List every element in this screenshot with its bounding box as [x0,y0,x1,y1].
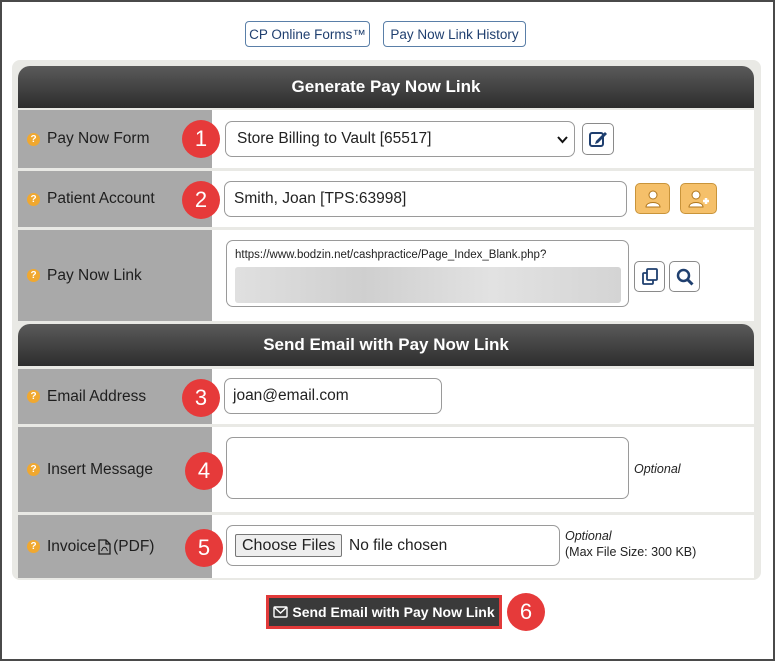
message-optional-note: Optional [634,462,681,476]
label-cell: ? Insert Message [18,427,212,512]
patient-account-label: Patient Account [47,190,155,207]
row-email-address: ? Email Address 3 joan@email.com [18,369,754,424]
invoice-label: Invoice [47,537,97,555]
chevron-down-icon [557,136,568,144]
send-email-button[interactable]: Send Email with Pay Now Link [266,595,502,629]
step-badge-3: 3 [182,379,220,417]
pay-now-form-value: Store Billing to Vault [65517] [237,130,432,147]
help-icon[interactable]: ? [27,463,40,476]
pdf-file-icon [98,538,111,555]
search-icon [676,268,694,286]
file-status-text: No file chosen [349,537,448,554]
row-pay-now-link: ? Pay Now Link https://www.bodzin.net/ca… [18,230,754,321]
email-input[interactable]: joan@email.com [224,378,442,414]
pay-now-link-url: https://www.bodzin.net/cashpractice/Page… [235,249,547,261]
pay-now-form-label: Pay Now Form [47,130,150,147]
patient-account-input[interactable]: Smith, Joan [TPS:63998] [224,181,627,217]
help-icon[interactable]: ? [27,540,40,553]
copy-link-button[interactable] [634,261,665,292]
edit-form-button[interactable] [582,123,614,155]
cp-online-forms-button[interactable]: CP Online Forms™ [245,21,370,47]
step-badge-1: 1 [182,120,220,158]
envelope-icon [273,606,289,618]
pay-now-form-select[interactable]: Store Billing to Vault [65517] [225,121,575,157]
step-badge-6: 6 [507,593,545,631]
step-badge-4: 4 [185,452,223,490]
help-icon[interactable]: ? [27,269,40,282]
send-email-header: Send Email with Pay Now Link [18,324,754,366]
step-badge-5: 5 [185,529,223,567]
insert-message-label: Insert Message [47,460,153,478]
edit-icon [589,132,607,147]
user-plus-icon [687,190,709,207]
copy-icon [641,267,658,285]
row-invoice: ? Invoice (PDF) 5 Choose Files No file c… [18,515,754,578]
help-icon[interactable]: ? [27,192,40,206]
pay-now-link-history-button[interactable]: Pay Now Link History [383,21,526,47]
step-badge-2: 2 [182,181,220,219]
help-icon[interactable]: ? [27,390,40,403]
invoice-file-input[interactable]: Choose Files No file chosen [226,525,560,566]
message-textarea[interactable] [226,437,629,499]
email-address-label: Email Address [47,387,147,405]
pay-now-link-label: Pay Now Link [47,266,142,284]
help-icon[interactable]: ? [27,132,40,146]
row-pay-now-form: ? Pay Now Form 1 Store Billing to Vault … [18,110,754,168]
blurred-link-content [235,267,621,303]
user-icon [644,190,661,207]
add-patient-button[interactable] [680,183,717,214]
label-cell: ? Invoice (PDF) [18,515,212,578]
label-cell: ? Pay Now Link [18,230,212,321]
select-patient-button[interactable] [635,183,670,214]
preview-link-button[interactable] [669,261,700,292]
max-file-size-note: (Max File Size: 300 KB) [565,545,697,559]
row-insert-message: ? Insert Message 4 Optional [18,427,754,512]
invoice-optional-note: Optional [565,529,612,543]
choose-files-button[interactable]: Choose Files [235,534,343,557]
pay-now-link-textarea[interactable]: https://www.bodzin.net/cashpractice/Page… [226,240,629,307]
generate-pay-now-link-header: Generate Pay Now Link [18,66,754,108]
invoice-pdf-label: (PDF) [113,537,155,555]
send-email-label: Send Email with Pay Now Link [292,604,495,620]
row-patient-account: ? Patient Account 2 Smith, Joan [TPS:639… [18,171,754,227]
